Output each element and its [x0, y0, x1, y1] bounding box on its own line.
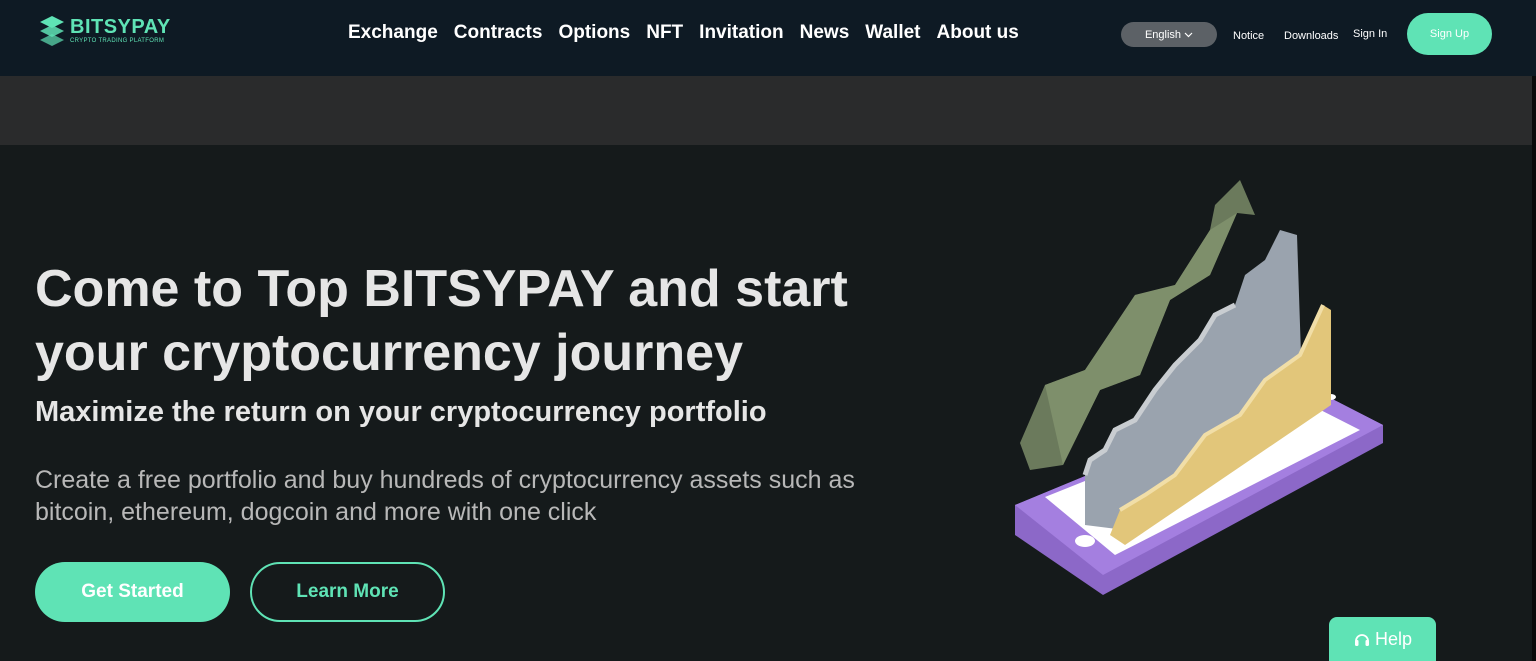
nav-options[interactable]: Options: [558, 22, 630, 44]
announcement-banner: [0, 76, 1536, 145]
brand-tagline: CRYPTO TRADING PLATFORM: [70, 38, 165, 44]
headset-icon: [1354, 634, 1369, 646]
notice-link[interactable]: Notice: [1233, 30, 1264, 42]
nav-wallet[interactable]: Wallet: [865, 22, 920, 44]
nav-about-us[interactable]: About us: [937, 22, 1019, 44]
language-selector[interactable]: English: [1121, 22, 1217, 47]
brand-logo-icon: [40, 16, 64, 46]
downloads-link[interactable]: Downloads: [1284, 30, 1338, 42]
hero-title: Come to Top BITSYPAY and start your cryp…: [35, 260, 848, 382]
nav-news[interactable]: News: [800, 22, 850, 44]
nav-nft[interactable]: NFT: [646, 22, 683, 44]
get-started-button[interactable]: Get Started: [35, 562, 230, 622]
learn-more-button[interactable]: Learn More: [250, 562, 445, 622]
help-label: Help: [1374, 628, 1413, 649]
scrollbar-track[interactable]: [1532, 76, 1536, 661]
brand-logo[interactable]: BITSYPAY CRYPTO TRADING PLATFORM: [38, 16, 171, 46]
nav-contracts[interactable]: Contracts: [454, 22, 543, 44]
language-label: English: [1144, 28, 1182, 41]
hero-description: Create a free portfolio and buy hundreds…: [35, 466, 855, 526]
help-button[interactable]: Help: [1329, 617, 1436, 661]
top-header: BITSYPAY CRYPTO TRADING PLATFORM Exchang…: [0, 0, 1536, 76]
phone-growth-chart-illustration: [1015, 180, 1383, 595]
nav-exchange[interactable]: Exchange: [348, 22, 438, 44]
brand-name: BITSYPAY: [70, 16, 171, 38]
sign-up-button[interactable]: Sign Up: [1407, 13, 1492, 55]
hero-subtitle: Maximize the return on your cryptocurren…: [35, 396, 767, 428]
main-nav: Exchange Contracts Options NFT Invitatio…: [348, 22, 1019, 44]
sign-in-link[interactable]: Sign In: [1353, 28, 1387, 40]
nav-invitation[interactable]: Invitation: [699, 22, 783, 44]
chevron-down-icon: [1184, 32, 1193, 37]
